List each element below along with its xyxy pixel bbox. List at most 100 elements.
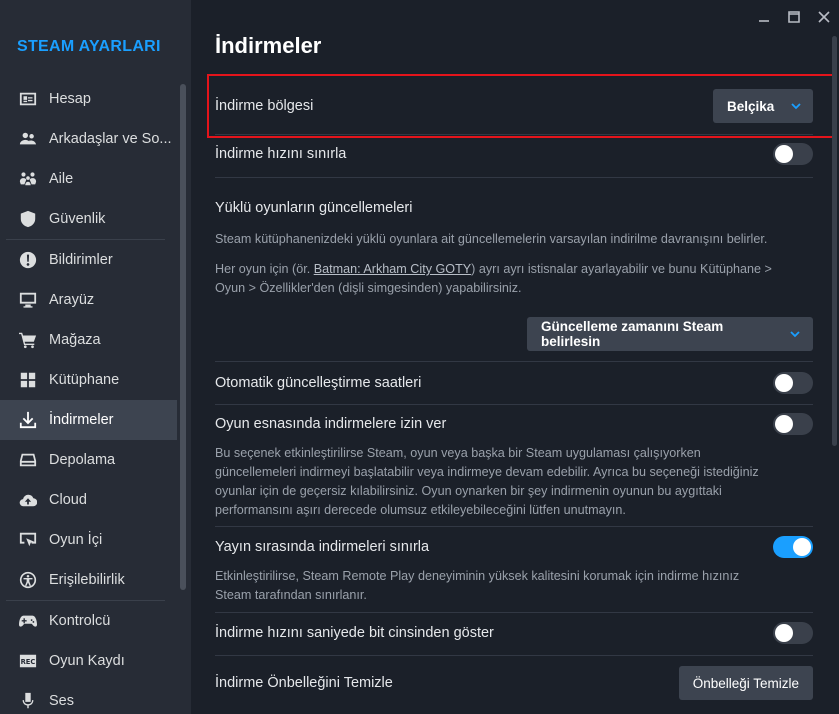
sidebar-item-label: Erişilebilirlik bbox=[49, 572, 125, 588]
desc-line: Bu seçenek etkinleştirilirse Steam, oyun… bbox=[215, 446, 701, 460]
allow-during-game-label: Oyun esnasında indirmelere izin ver bbox=[215, 416, 447, 432]
sidebar-item-accessibility[interactable]: Erişilebilirlik bbox=[0, 560, 177, 600]
auto-update-hours-row: Otomatik güncelleştirme saatleri bbox=[215, 372, 813, 394]
allow-during-game-row: Oyun esnasında indirmelere izin ver bbox=[215, 413, 813, 435]
sidebar-item-downloads[interactable]: İndirmeler bbox=[0, 400, 177, 440]
sidebar-item-audio[interactable]: Ses bbox=[0, 681, 177, 714]
divider bbox=[215, 526, 813, 527]
sidebar-item-label: Mağaza bbox=[49, 332, 101, 348]
auto-update-hours-toggle[interactable] bbox=[773, 372, 813, 394]
sidebar-scrollbar[interactable] bbox=[180, 84, 186, 590]
friends-icon bbox=[18, 129, 38, 149]
divider bbox=[215, 612, 813, 613]
drive-icon bbox=[18, 450, 38, 470]
sidebar-item-cloud[interactable]: Cloud bbox=[0, 480, 177, 520]
desc-line: Steam tarafından sınırlanır. bbox=[215, 588, 367, 602]
bits-per-second-row: İndirme hızını saniyede bit cinsinden gö… bbox=[215, 622, 813, 644]
sidebar-nav: Hesap Arkadaşlar ve So... Aile Güvenlik … bbox=[0, 79, 177, 714]
desc-line: performansını aşırı derecede olumsuz etk… bbox=[215, 503, 626, 517]
settings-panel: İndirmeler İndirme bölgesi Belçika İndir… bbox=[191, 0, 839, 714]
sidebar-item-friends[interactable]: Arkadaşlar ve So... bbox=[0, 119, 177, 159]
ingame-icon bbox=[18, 530, 38, 550]
toggle-knob bbox=[775, 145, 793, 163]
sidebar-item-library[interactable]: Kütüphane bbox=[0, 360, 177, 400]
cloud-icon bbox=[18, 490, 38, 510]
sidebar-item-interface[interactable]: Arayüz bbox=[0, 280, 177, 320]
sidebar-item-label: Aile bbox=[49, 171, 74, 187]
bits-per-second-toggle[interactable] bbox=[773, 622, 813, 644]
monitor-icon bbox=[18, 290, 38, 310]
installed-updates-exceptions-desc: Her oyun için (ör. Batman: Arkham City G… bbox=[215, 260, 815, 298]
sidebar-item-store[interactable]: Mağaza bbox=[0, 320, 177, 360]
sidebar-item-notifications[interactable]: Bildirimler bbox=[0, 240, 177, 280]
svg-text:REC: REC bbox=[21, 658, 36, 666]
chevron-down-icon bbox=[789, 328, 801, 340]
gamepad-icon bbox=[18, 611, 38, 631]
sidebar-item-controller[interactable]: Kontrolcü bbox=[0, 601, 177, 641]
desc-text: ) ayrı ayrı istisnalar ayarlayabilir ve … bbox=[471, 262, 772, 276]
limit-speed-row: İndirme hızını sınırla bbox=[215, 143, 813, 165]
accessibility-icon bbox=[18, 570, 38, 590]
desc-line: Etkinleştirilirse, Steam Remote Play den… bbox=[215, 569, 740, 583]
sidebar-item-account[interactable]: Hesap bbox=[0, 79, 177, 119]
desc-line: güncellemeleri indirmeyi başlatabilir ve… bbox=[215, 465, 759, 479]
divider bbox=[215, 361, 813, 362]
highlight-box bbox=[207, 74, 836, 138]
family-icon bbox=[18, 169, 38, 189]
throttle-streaming-desc: Etkinleştirilirse, Steam Remote Play den… bbox=[215, 567, 815, 605]
sidebar-item-label: Bildirimler bbox=[49, 252, 113, 268]
sidebar-item-label: Depolama bbox=[49, 452, 116, 468]
toggle-knob bbox=[793, 538, 811, 556]
grid-icon bbox=[18, 370, 38, 390]
clear-cache-row: İndirme Önbelleğini Temizle Önbelleği Te… bbox=[215, 666, 813, 700]
bits-per-second-label: İndirme hızını saniyede bit cinsinden gö… bbox=[215, 625, 494, 641]
divider bbox=[215, 404, 813, 405]
update-schedule-row: Güncelleme zamanını Steam belirlesin bbox=[215, 317, 813, 351]
sidebar-item-label: Hesap bbox=[49, 91, 91, 107]
clear-cache-label: İndirme Önbelleğini Temizle bbox=[215, 675, 393, 691]
sidebar-item-family[interactable]: Aile bbox=[0, 159, 177, 199]
sidebar-item-label: Güvenlik bbox=[49, 211, 106, 227]
divider bbox=[215, 177, 813, 178]
throttle-streaming-toggle[interactable] bbox=[773, 536, 813, 558]
account-card-icon bbox=[18, 89, 38, 109]
sidebar: STEAM AYARLARI Hesap Arkadaşlar ve So...… bbox=[0, 0, 191, 714]
download-icon bbox=[18, 410, 38, 430]
throttle-streaming-row: Yayın sırasında indirmeleri sınırla bbox=[215, 536, 813, 558]
sidebar-item-label: Arayüz bbox=[49, 292, 95, 308]
limit-speed-toggle[interactable] bbox=[773, 143, 813, 165]
throttle-streaming-label: Yayın sırasında indirmeleri sınırla bbox=[215, 539, 430, 555]
toggle-knob bbox=[775, 624, 793, 642]
desc-text: Oyun > Özellikler'den (dişli simgesinden… bbox=[215, 281, 522, 295]
desc-text: Her oyun için (ör. bbox=[215, 262, 314, 276]
toggle-knob bbox=[775, 415, 793, 433]
installed-updates-heading: Yüklü oyunların güncellemeleri bbox=[215, 200, 413, 216]
sidebar-item-storage[interactable]: Depolama bbox=[0, 440, 177, 480]
installed-updates-desc: Steam kütüphanenizdeki yüklü oyunlara ai… bbox=[215, 232, 768, 246]
clear-cache-button[interactable]: Önbelleği Temizle bbox=[678, 666, 813, 700]
toggle-knob bbox=[775, 374, 793, 392]
microphone-icon bbox=[18, 691, 38, 711]
auto-update-hours-label: Otomatik güncelleştirme saatleri bbox=[215, 375, 422, 391]
sidebar-item-label: Kontrolcü bbox=[49, 613, 111, 629]
sidebar-item-label: Oyun Kaydı bbox=[49, 653, 125, 669]
update-schedule-value: Güncelleme zamanını Steam belirlesin bbox=[541, 319, 724, 349]
cart-icon bbox=[18, 330, 38, 350]
sidebar-item-label: Cloud bbox=[49, 492, 87, 508]
alert-icon bbox=[18, 250, 38, 270]
sidebar-item-recording[interactable]: REC Oyun Kaydı bbox=[0, 641, 177, 681]
shield-icon bbox=[18, 209, 38, 229]
page-title: İndirmeler bbox=[215, 33, 322, 58]
main-scrollbar[interactable] bbox=[832, 36, 837, 446]
sidebar-item-ingame[interactable]: Oyun İçi bbox=[0, 520, 177, 560]
update-schedule-dropdown[interactable]: Güncelleme zamanını Steam belirlesin bbox=[527, 317, 813, 351]
sidebar-title: STEAM AYARLARI bbox=[17, 38, 161, 55]
allow-during-game-toggle[interactable] bbox=[773, 413, 813, 435]
sidebar-item-security[interactable]: Güvenlik bbox=[0, 199, 177, 239]
desc-line: oyunlar için de geçersiz kılabilirsiniz.… bbox=[215, 484, 722, 498]
allow-during-game-desc: Bu seçenek etkinleştirilirse Steam, oyun… bbox=[215, 444, 815, 520]
limit-speed-label: İndirme hızını sınırla bbox=[215, 146, 347, 162]
rec-icon: REC bbox=[18, 651, 38, 671]
sidebar-item-label: İndirmeler bbox=[49, 412, 114, 428]
game-link[interactable]: Batman: Arkham City GOTY bbox=[314, 262, 471, 276]
